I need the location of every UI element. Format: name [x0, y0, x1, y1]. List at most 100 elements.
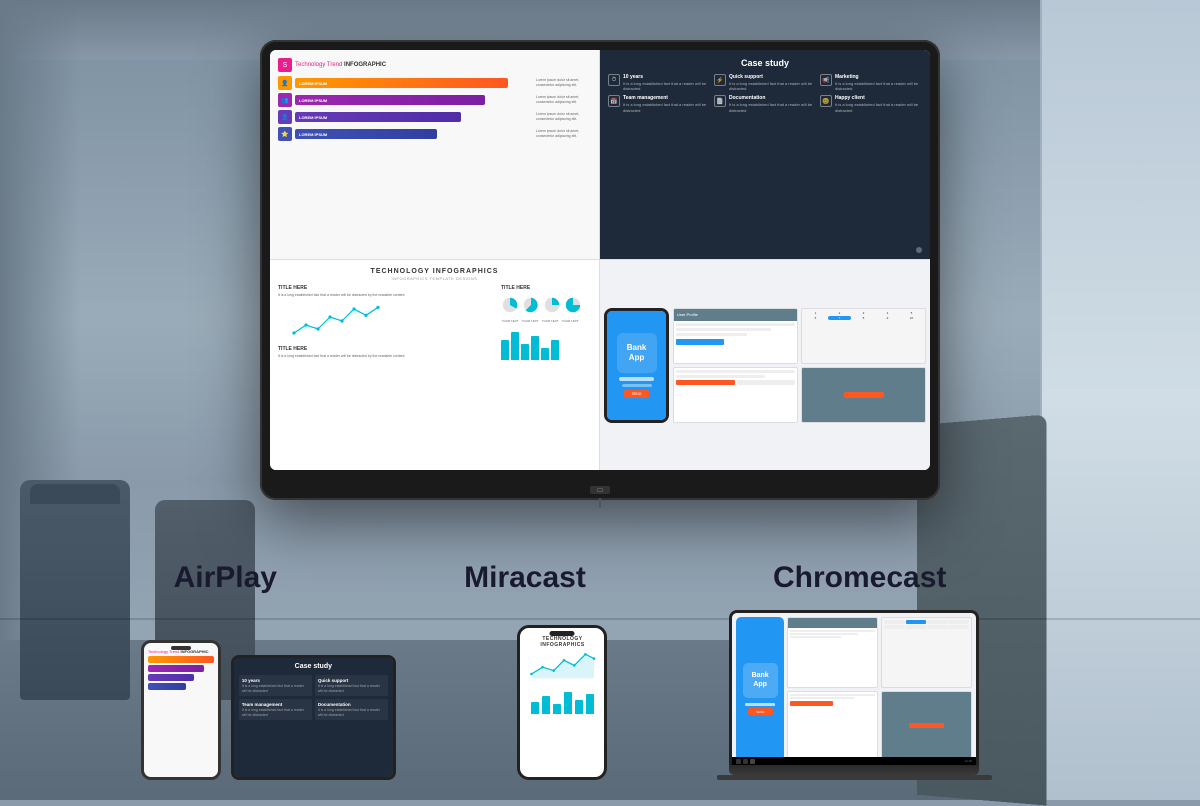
pie-4 [564, 296, 582, 314]
tablet-item-4: Documentation It is a long established f… [315, 699, 388, 720]
pie-3 [543, 296, 561, 314]
tablet-item-2: Quick support It is a long established f… [315, 675, 388, 696]
pie-2 [522, 296, 540, 314]
taskbar-item-1 [736, 759, 741, 764]
tech-infographic-title: TECHNOLOGY INFOGRAPHICS [278, 268, 591, 275]
laptop-screen-content: BankApp SEND [732, 613, 976, 765]
bank-app-name: BankApp [627, 343, 647, 362]
pie-1 [501, 296, 519, 314]
laptop-bank-btn-label: SEND [756, 710, 764, 714]
taskbar-time: 12:00 [965, 759, 973, 763]
pie-label-2: YOUR TEXT [521, 319, 539, 323]
case-item-1: ⏱ 10 years It is a long established fact… [608, 74, 710, 91]
bar-2 [511, 332, 519, 360]
right-wall-column [1040, 0, 1200, 800]
ui-screen-2: 1 2 3 4 5 6 7 8 9 10 [801, 308, 926, 364]
miracast-phone: TECHNOLOGY INFOGRAPHICS [517, 625, 607, 780]
bar-label-3: LOREM IPSUM [299, 115, 327, 120]
bank-app-icon: BankApp [617, 333, 657, 373]
grid-cell: 5 [900, 311, 923, 315]
ui-content-1 [674, 321, 797, 347]
case-item-title-4: Team management [623, 95, 710, 101]
bar-icon-4: ⭐ [278, 127, 292, 141]
case-item-title-5: Documentation [729, 95, 816, 101]
grid-cell: 6 [804, 316, 827, 320]
airplay-section: AirPlay [174, 561, 277, 595]
laptop-ui-1 [787, 617, 878, 688]
chart-title-1: TITLE HERE [278, 285, 495, 291]
tv-q1-header: S Technology Trend INFOGRAPHIC [278, 58, 591, 72]
right-charts: TITLE HERE [501, 285, 591, 360]
laptop-highlight [909, 723, 944, 728]
grid-cell: 8 [852, 316, 875, 320]
laptop-bank-bar-1 [745, 703, 775, 706]
chart-title-3: TITLE HERE [501, 285, 591, 291]
ui-btns [676, 380, 795, 385]
laptop-ui-grid [787, 617, 972, 761]
laptop-ui-4 [881, 691, 972, 762]
ui-row-1 [676, 323, 795, 326]
case-dot [916, 247, 922, 253]
case-item-title-3: Marketing [835, 74, 922, 80]
grid-cell: 9 [876, 316, 899, 320]
bank-button-label: SEND [632, 392, 642, 396]
laptop-ui-1-header [788, 618, 877, 628]
phone-screen: Technology Trend INFOGRAPHIC [144, 643, 218, 777]
q1-logo: S [278, 58, 292, 72]
miracast-chart [524, 650, 604, 680]
pie-labels: YOUR TEXT YOUR TEXT YOUR TEXT YOUR TEXT [501, 319, 591, 323]
tablet-item-title-1: 10 years [242, 678, 309, 683]
bar-fill-3: LOREM IPSUM [295, 112, 461, 122]
miracast-phone-notch [550, 631, 575, 636]
mini-bar-4 [148, 683, 186, 690]
case-icon-3: 📢 [820, 74, 832, 86]
ui-highlight [844, 392, 884, 398]
grid-cell: 10 [900, 316, 923, 320]
infographic-bar-2: 👥 LOREM IPSUM Lorem ipsum dolor sit amet… [278, 93, 591, 107]
airplay-label: AirPlay [174, 561, 277, 595]
tablet-item-desc-1: It is a long established fact that a rea… [242, 684, 309, 693]
laptop-taskbar: 12:00 [732, 757, 976, 765]
laptop-bank-text: BankApp [752, 672, 769, 689]
miracast-label: Miracast [464, 561, 586, 595]
case-text-4: Team management It is a long established… [623, 95, 710, 112]
tv-logo [590, 486, 610, 494]
case-text-1: 10 years It is a long established fact t… [623, 74, 710, 91]
bank-app-screen: BankApp SEND [607, 311, 666, 420]
airplay-devices: Technology Trend INFOGRAPHIC Case study … [141, 640, 396, 780]
case-item-desc-3: It is a long established fact that a rea… [835, 81, 922, 91]
case-icon-2: ⚡ [714, 74, 726, 86]
mini-bar-2 [148, 665, 204, 672]
ui-btn-1 [676, 339, 724, 345]
protocol-labels-section: AirPlay Miracast Chromecast [80, 561, 1040, 595]
laptop-line-5 [790, 697, 854, 699]
ui-screenshots-grid: User Profile 1 2 [673, 308, 926, 423]
case-item-4: 📅 Team management It is a long establish… [608, 95, 710, 112]
grid-cell: 3 [852, 311, 875, 315]
taskbar-item-3 [750, 759, 755, 764]
case-item-title-2: Quick support [729, 74, 816, 80]
pie-label-1: YOUR TEXT [501, 319, 519, 323]
case-icon-1: ⏱ [608, 74, 620, 86]
phone-notch [171, 646, 191, 650]
tablet-item-title-3: Team management [242, 702, 309, 707]
laptop-bank-phone: BankApp SEND [736, 617, 784, 761]
laptop-line-3 [790, 636, 841, 638]
bar-4 [531, 336, 539, 360]
bar-6 [551, 340, 559, 360]
case-item-desc-1: It is a long established fact that a rea… [623, 81, 710, 91]
chart-desc-1: It is a long established fact that a rea… [278, 293, 495, 298]
bar-5 [541, 348, 549, 360]
taskbar-item-2 [743, 759, 748, 764]
bar-desc-1: Lorem ipsum dolor sit amet, consectetur … [536, 78, 591, 88]
tablet-screen: Case study 10 years It is a long establi… [234, 658, 393, 777]
case-item-desc-4: It is a long established fact that a rea… [623, 102, 710, 112]
tv-wall-mount [599, 498, 601, 508]
cal-4 [949, 620, 970, 624]
bar-desc-4: Lorem ipsum dolor sit amet, consectetur … [536, 129, 591, 139]
line-chart-svg [278, 301, 398, 341]
laptop-cal-grid [884, 620, 969, 629]
chart-desc-2: It is a long established fact that a rea… [278, 354, 495, 359]
tablet-item-desc-2: It is a long established fact that a rea… [318, 684, 385, 693]
line-chart-area: TITLE HERE It is a long established fact… [278, 285, 495, 360]
